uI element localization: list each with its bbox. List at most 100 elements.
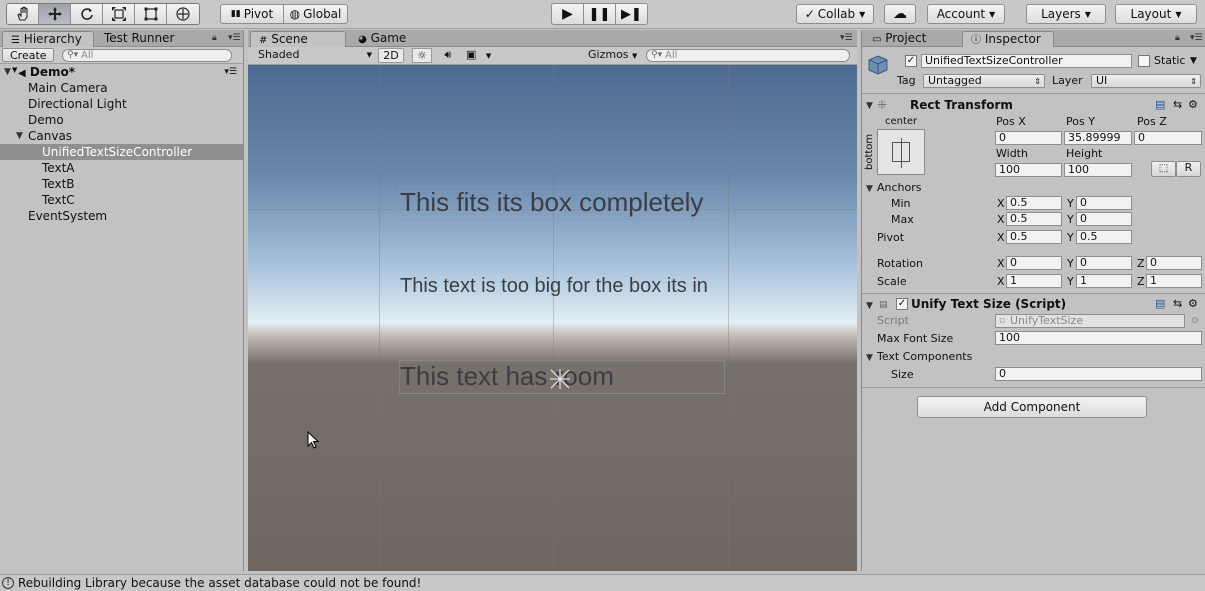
pivot-x-field[interactable]: 0.5 bbox=[1006, 230, 1062, 244]
raw-edit-mode-button[interactable]: R bbox=[1176, 161, 1201, 177]
unity-scene-icon: ◀ bbox=[18, 68, 26, 79]
hierarchy-item-directional-light[interactable]: Directional Light bbox=[0, 96, 243, 112]
expand-triangle-icon[interactable]: ▼ bbox=[16, 128, 23, 144]
help-book-icon[interactable]: ▤ bbox=[1155, 297, 1165, 310]
expand-triangle-icon[interactable]: ▼ bbox=[866, 301, 873, 311]
script-enabled-checkbox[interactable]: ✓ bbox=[896, 298, 908, 310]
hierarchy-item-demo[interactable]: Demo bbox=[0, 112, 243, 128]
pause-button[interactable]: ❚❚ bbox=[584, 3, 616, 25]
checkmark-icon: ✓ bbox=[897, 298, 907, 309]
add-component-button[interactable]: Add Component bbox=[917, 396, 1147, 418]
hierarchy-item-unified-text-size-controller[interactable]: UnifiedTextSizeController bbox=[0, 144, 243, 160]
hierarchy-item-textc[interactable]: TextC bbox=[0, 192, 243, 208]
audio-toggle[interactable]: 🔊︎ bbox=[438, 48, 458, 63]
preset-icon[interactable]: ⇆ bbox=[1173, 297, 1182, 311]
gear-icon[interactable]: ⚙ bbox=[1188, 297, 1198, 311]
transform-tool-button[interactable] bbox=[167, 4, 199, 24]
tag-dropdown[interactable]: Untagged ⇕ bbox=[923, 74, 1045, 88]
gear-icon[interactable]: ⚙ bbox=[1188, 98, 1198, 112]
hierarchy-item-main-camera[interactable]: Main Camera bbox=[0, 80, 243, 96]
max-font-size-field[interactable]: 100 bbox=[995, 331, 1202, 345]
static-checkbox[interactable] bbox=[1138, 55, 1150, 67]
scale-y-field[interactable]: 1 bbox=[1076, 274, 1132, 288]
anchor-min-x-field[interactable]: 0.5 bbox=[1006, 196, 1062, 210]
scale-x-field[interactable]: 1 bbox=[1006, 274, 1062, 288]
expand-triangle-icon[interactable]: ▼ bbox=[866, 184, 873, 194]
width-field[interactable]: 100 bbox=[995, 163, 1062, 177]
create-dropdown[interactable]: Create ▼ bbox=[2, 48, 54, 74]
help-book-icon[interactable]: ▤ bbox=[1155, 98, 1165, 111]
collab-dropdown[interactable]: ✓ Collab ▼ bbox=[796, 4, 874, 24]
active-checkbox[interactable]: ✓ bbox=[905, 55, 917, 67]
play-button[interactable]: ▶ bbox=[551, 3, 584, 25]
effects-dropdown[interactable]: ▣ ▼ bbox=[466, 48, 498, 63]
lock-icon[interactable]: 🔒︎ bbox=[1175, 33, 1180, 43]
account-dropdown[interactable]: Account ▼ bbox=[927, 4, 1005, 24]
cloud-button[interactable]: ☁ bbox=[884, 4, 916, 24]
tab-project[interactable]: ▭ Project bbox=[864, 31, 960, 47]
hierarchy-item-canvas[interactable]: ▼ Canvas bbox=[0, 128, 243, 144]
chevron-down-icon: ▼ bbox=[485, 52, 492, 60]
hand-tool-button[interactable] bbox=[7, 4, 39, 24]
panel-menu-icon[interactable]: ▾☰ bbox=[1190, 33, 1203, 43]
scene-text-c: This text has room bbox=[400, 361, 614, 391]
object-name-field[interactable]: UnifiedTextSizeController bbox=[921, 54, 1132, 68]
height-field[interactable]: 100 bbox=[1064, 163, 1132, 177]
pos-z-field[interactable]: 0 bbox=[1134, 131, 1202, 145]
preset-icon[interactable]: ⇆ bbox=[1173, 98, 1182, 112]
lighting-toggle[interactable]: ☼ bbox=[412, 48, 432, 63]
rotate-tool-button[interactable] bbox=[71, 4, 103, 24]
scene-viewport[interactable]: This fits its box completely This text i… bbox=[248, 65, 857, 571]
global-toggle[interactable]: ◍ Global bbox=[284, 4, 348, 24]
pivot-y-field[interactable]: 0.5 bbox=[1076, 230, 1132, 244]
scale-z-field[interactable]: 1 bbox=[1146, 274, 1202, 288]
rect-transform-icon: ⁜ bbox=[877, 98, 888, 112]
status-message[interactable]: Rebuilding Library because the asset dat… bbox=[18, 576, 421, 590]
tab-game[interactable]: ◕ Game bbox=[350, 31, 414, 47]
check-circle-icon: ✓ bbox=[804, 7, 815, 21]
pivot-icon: ▮▮ bbox=[230, 9, 241, 19]
anchor-min-y-field[interactable]: 0 bbox=[1076, 196, 1132, 210]
pos-x-field[interactable]: 0 bbox=[995, 131, 1062, 145]
2d-mode-toggle[interactable]: 2D bbox=[378, 48, 404, 63]
scene-menu-icon[interactable]: ▾☰ bbox=[224, 64, 237, 80]
expand-triangle-icon[interactable]: ▼ bbox=[866, 353, 873, 363]
rotation-z-field[interactable]: 0 bbox=[1146, 256, 1202, 270]
rotation-x-field[interactable]: 0 bbox=[1006, 256, 1062, 270]
expand-triangle-icon[interactable]: ▼ bbox=[866, 101, 873, 111]
shading-mode-dropdown[interactable]: Shaded ▼ bbox=[258, 48, 372, 63]
tab-inspector[interactable]: ⓘ Inspector bbox=[962, 31, 1054, 47]
hierarchy-item-texta[interactable]: TextA bbox=[0, 160, 243, 176]
tab-scene[interactable]: # Scene bbox=[250, 31, 346, 47]
lock-icon[interactable]: 🔒︎ bbox=[212, 33, 217, 43]
anchor-max-x-field[interactable]: 0.5 bbox=[1006, 212, 1062, 226]
search-icon: ⚲▾ bbox=[651, 50, 663, 60]
object-picker-icon[interactable]: ⊙ bbox=[1191, 314, 1199, 328]
scale-tool-button[interactable] bbox=[103, 4, 135, 24]
step-button[interactable]: ▶❚ bbox=[616, 3, 648, 25]
anchor-preset-button[interactable] bbox=[877, 129, 925, 175]
chevron-down-icon[interactable]: ▼ bbox=[1190, 54, 1197, 68]
expand-triangle-icon[interactable]: ▼ bbox=[4, 64, 11, 80]
panel-menu-icon[interactable]: ▾☰ bbox=[228, 33, 241, 43]
text-components-size-field[interactable]: 0 bbox=[995, 367, 1202, 381]
rotation-y-field[interactable]: 0 bbox=[1076, 256, 1132, 270]
tab-hierarchy[interactable]: ☰ Hierarchy bbox=[2, 31, 94, 47]
blueprint-mode-button[interactable]: ⬚ bbox=[1151, 161, 1176, 177]
pivot-toggle[interactable]: ▮▮ Pivot bbox=[220, 4, 284, 24]
hierarchy-item-event-system[interactable]: EventSystem bbox=[0, 208, 243, 224]
scene-root-row[interactable]: ▼ ◀ Demo* ▾☰ bbox=[0, 64, 243, 80]
panel-menu-icon[interactable]: ▾☰ bbox=[840, 33, 853, 43]
tab-test-runner[interactable]: Test Runner bbox=[96, 31, 182, 47]
pos-y-field[interactable]: 35.89999 bbox=[1064, 131, 1132, 145]
hierarchy-item-textb[interactable]: TextB bbox=[0, 176, 243, 192]
layout-dropdown[interactable]: Layout ▼ bbox=[1115, 4, 1197, 24]
anchor-max-y-field[interactable]: 0 bbox=[1076, 212, 1132, 226]
layers-dropdown[interactable]: Layers ▼ bbox=[1026, 4, 1106, 24]
scene-search-input[interactable]: ⚲▾ All bbox=[646, 49, 850, 62]
gizmos-dropdown[interactable]: Gizmos ▼ bbox=[588, 48, 638, 63]
move-tool-button[interactable] bbox=[39, 4, 71, 24]
hierarchy-search-input[interactable]: ⚲▾ All bbox=[62, 49, 232, 62]
rect-tool-button[interactable] bbox=[135, 4, 167, 24]
layer-dropdown[interactable]: UI ⇕ bbox=[1091, 74, 1201, 88]
